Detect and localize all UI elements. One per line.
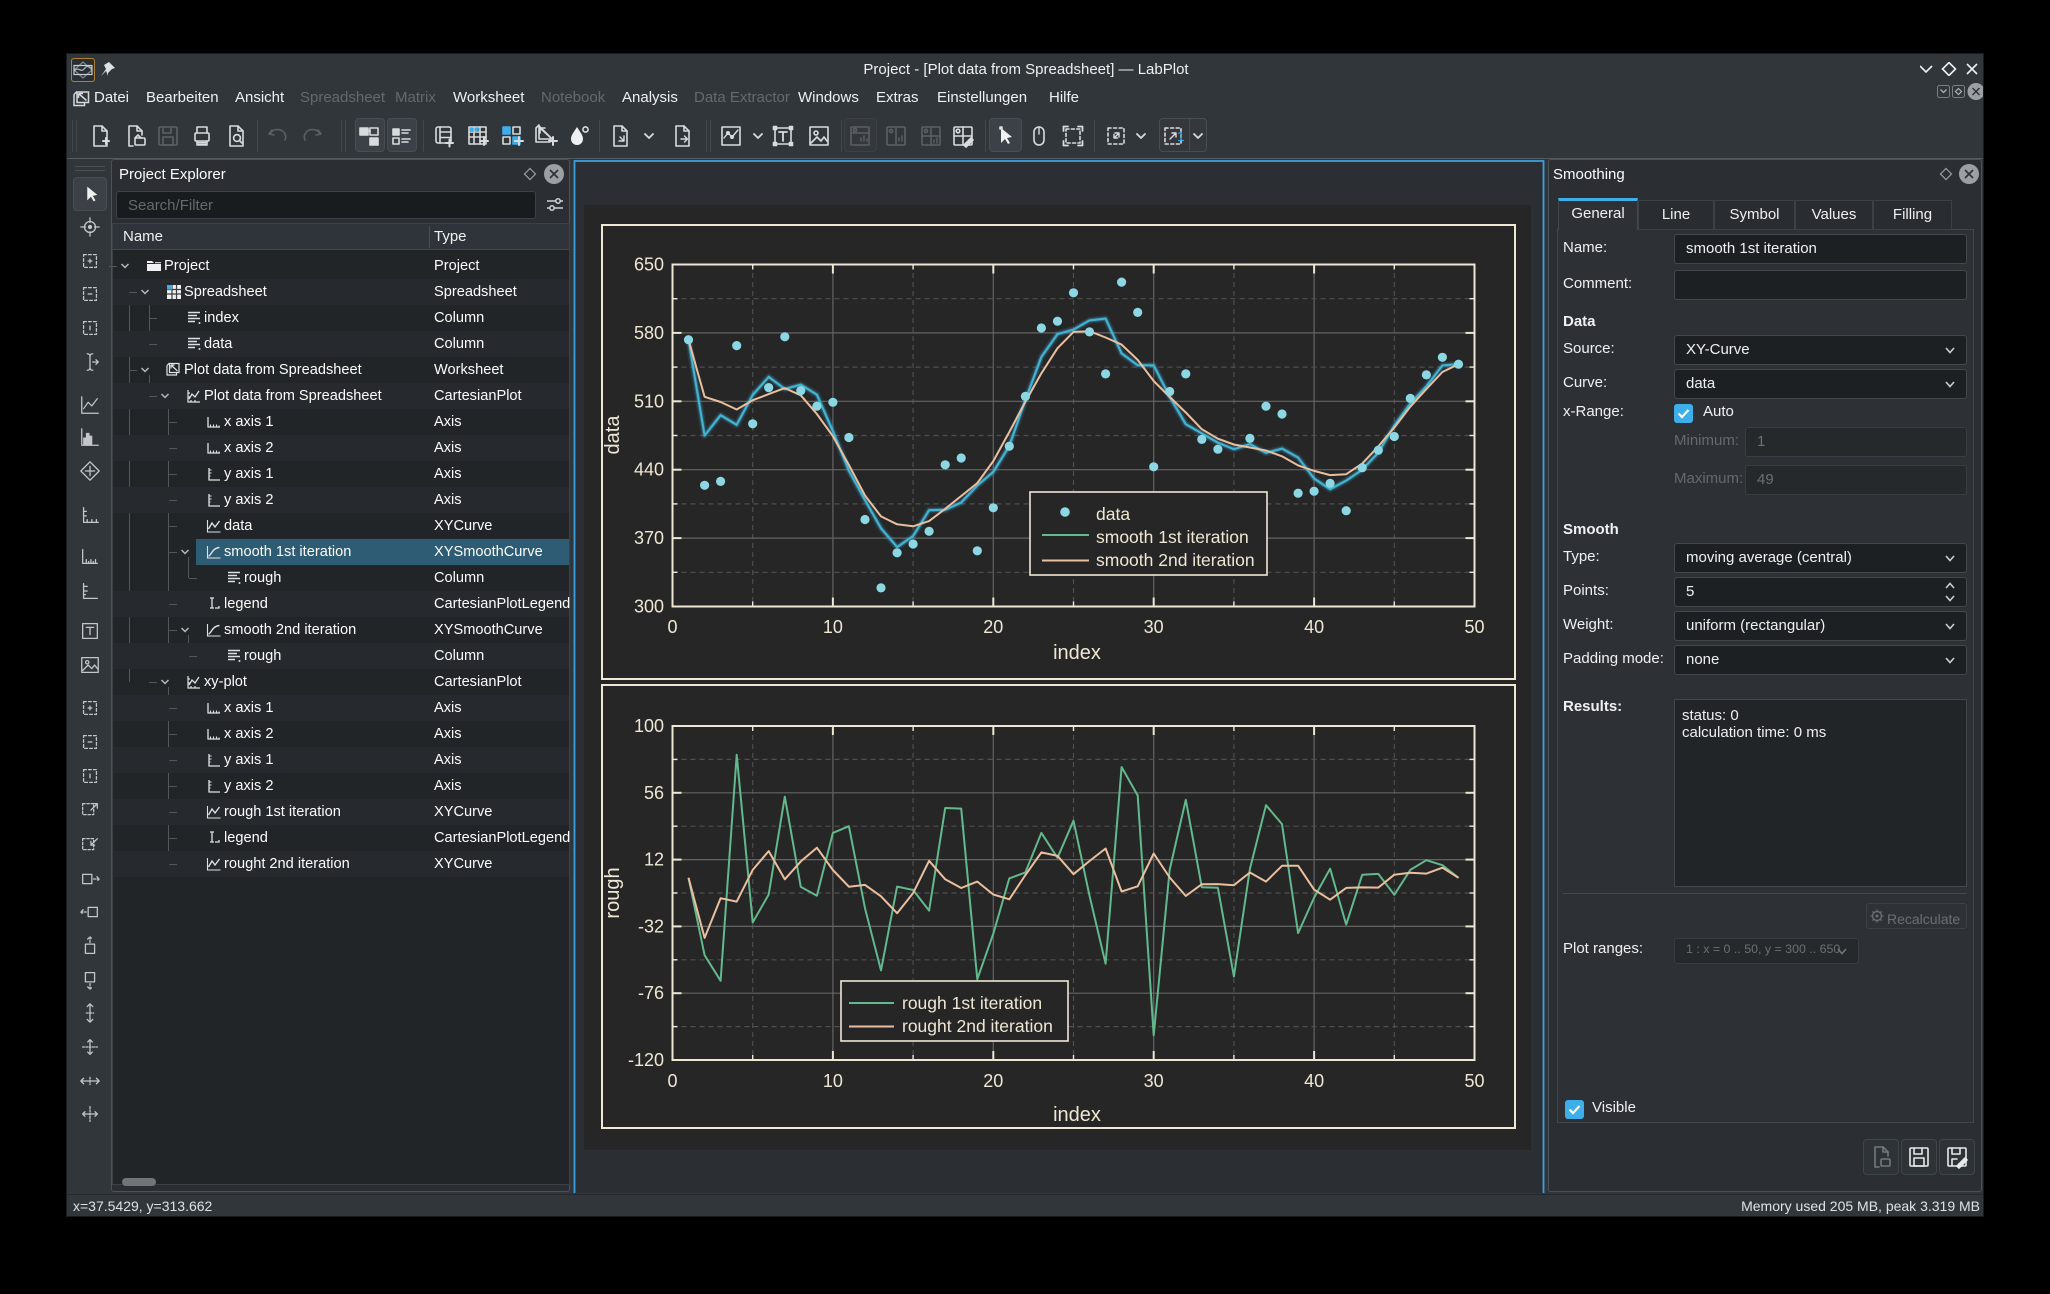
svg-text:rought 2nd iteration: rought 2nd iteration (902, 1016, 1053, 1036)
svg-text:rough: rough (602, 867, 624, 918)
svg-text:index: index (1053, 642, 1101, 664)
svg-text:100: 100 (634, 716, 664, 736)
svg-text:20: 20 (983, 1071, 1003, 1091)
svg-text:0: 0 (667, 1071, 677, 1091)
svg-text:650: 650 (634, 255, 664, 275)
svg-text:rough 1st iteration: rough 1st iteration (902, 993, 1042, 1013)
svg-text:50: 50 (1464, 617, 1484, 637)
svg-text:510: 510 (634, 391, 664, 411)
svg-text:30: 30 (1144, 1071, 1164, 1091)
svg-text:smooth 1st iteration: smooth 1st iteration (1096, 527, 1249, 547)
svg-text:40: 40 (1304, 617, 1324, 637)
svg-text:smooth 2nd iteration: smooth 2nd iteration (1096, 550, 1255, 570)
svg-text:-32: -32 (638, 916, 664, 936)
svg-text:50: 50 (1464, 1071, 1484, 1091)
svg-text:10: 10 (823, 1071, 843, 1091)
svg-text:-120: -120 (628, 1050, 664, 1070)
svg-text:0: 0 (667, 617, 677, 637)
svg-text:index: index (1053, 1104, 1101, 1126)
svg-text:30: 30 (1144, 617, 1164, 637)
svg-text:data: data (1096, 504, 1130, 524)
svg-text:440: 440 (634, 460, 664, 480)
svg-text:12: 12 (644, 850, 664, 870)
svg-text:56: 56 (644, 783, 664, 803)
svg-text:370: 370 (634, 528, 664, 548)
svg-text:580: 580 (634, 323, 664, 343)
svg-text:data: data (602, 415, 624, 455)
svg-text:10: 10 (823, 617, 843, 637)
svg-text:-76: -76 (638, 983, 664, 1003)
svg-text:40: 40 (1304, 1071, 1324, 1091)
svg-text:300: 300 (634, 597, 664, 617)
svg-text:20: 20 (983, 617, 1003, 637)
